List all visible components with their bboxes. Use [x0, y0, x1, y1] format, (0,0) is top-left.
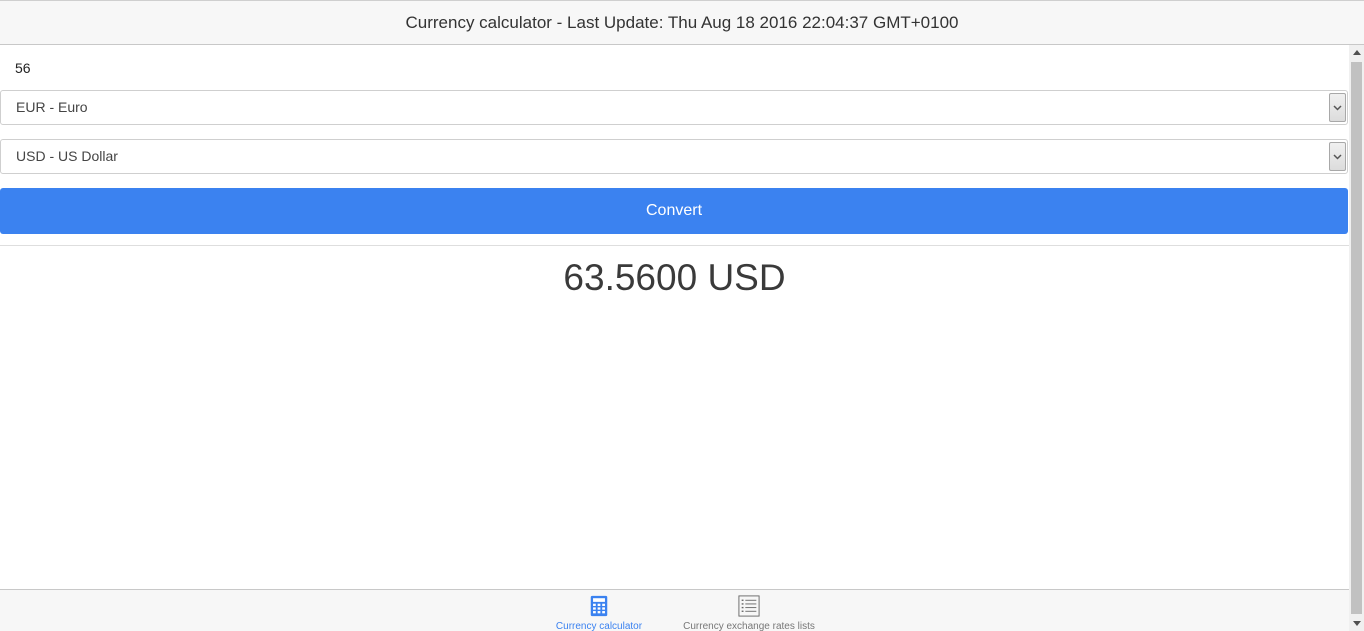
- conversion-result: 63.5600 USD: [563, 257, 786, 298]
- list-icon: [738, 595, 760, 617]
- to-currency-select[interactable]: USD - US Dollar: [0, 139, 1348, 174]
- calculator-icon: [590, 595, 608, 617]
- convert-button[interactable]: Convert: [0, 188, 1348, 234]
- tab-currency-calculator[interactable]: Currency calculator: [548, 590, 650, 631]
- from-currency-value: EUR - Euro: [16, 99, 88, 115]
- chevron-down-icon[interactable]: [1329, 93, 1346, 122]
- vertical-scrollbar[interactable]: [1349, 45, 1364, 631]
- tab-exchange-rates-lists[interactable]: Currency exchange rates lists: [680, 590, 818, 631]
- calculator-content: EUR - Euro USD - US Dollar Convert 63.56…: [0, 45, 1349, 589]
- scroll-up-arrow-icon[interactable]: [1349, 45, 1364, 60]
- tab-label: Currency exchange rates lists: [683, 621, 815, 631]
- tab-label: Currency calculator: [555, 621, 643, 631]
- bottom-tab-bar: Currency calculator Currency exchange ra…: [0, 589, 1349, 631]
- to-currency-value: USD - US Dollar: [16, 148, 118, 164]
- amount-input[interactable]: [0, 45, 1349, 90]
- divider: [0, 245, 1349, 246]
- app-window: Currency calculator - Last Update: Thu A…: [0, 0, 1364, 631]
- header-bar: Currency calculator - Last Update: Thu A…: [0, 0, 1364, 45]
- from-currency-select[interactable]: EUR - Euro: [0, 90, 1348, 125]
- scroll-down-arrow-icon[interactable]: [1349, 616, 1364, 631]
- scrollbar-thumb[interactable]: [1351, 62, 1362, 614]
- page-title: Currency calculator - Last Update: Thu A…: [405, 12, 959, 32]
- chevron-down-icon[interactable]: [1329, 142, 1346, 171]
